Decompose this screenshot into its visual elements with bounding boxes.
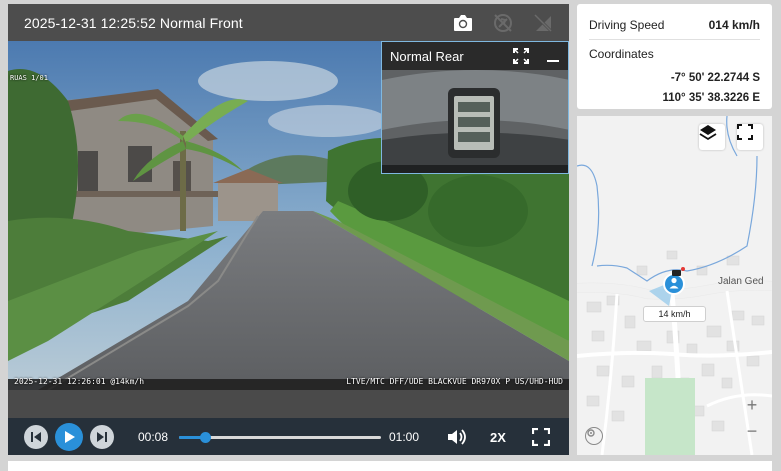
road-label: Jalan Ged <box>718 276 764 287</box>
osd-device-info: LTVE/MTC DFF/UDE BLACKVUE DR970X P US/UH… <box>346 377 563 386</box>
total-time: 01:00 <box>389 430 420 444</box>
layers-icon[interactable] <box>699 124 725 150</box>
osd-timestamp: 2025-12-31 12:26:01 @14km/h <box>14 377 145 386</box>
rear-camera-view <box>382 70 568 173</box>
map-view[interactable]: Jalan Ged 14 km/h + − <box>577 116 772 455</box>
video-player: 2025-12-31 12:25:52 Normal Front RUAS 1/… <box>8 4 569 455</box>
volume-icon[interactable] <box>444 425 468 449</box>
no-signal-icon <box>531 11 555 35</box>
current-time: 00:08 <box>138 430 169 444</box>
zoom-in-button[interactable]: + <box>740 392 764 418</box>
expand-icon[interactable] <box>512 47 530 65</box>
playback-controls: 00:08 01:00 2X <box>8 418 569 455</box>
camera-icon[interactable] <box>451 11 475 35</box>
osd-channel-label: RUAS 1/01 <box>10 74 48 82</box>
zoom-out-button[interactable]: − <box>740 418 764 444</box>
video-title: 2025-12-31 12:25:52 Normal Front <box>24 14 243 31</box>
zoom-control: + − <box>740 392 764 444</box>
bottom-panel <box>8 461 772 471</box>
rear-camera-title: Normal Rear <box>390 48 464 64</box>
rear-camera-pip[interactable]: Normal Rear <box>381 41 569 174</box>
driving-speed-label: Driving Speed <box>589 18 665 32</box>
playback-speed-button[interactable]: 2X <box>490 430 506 445</box>
next-button[interactable] <box>90 425 114 449</box>
locate-icon[interactable] <box>585 427 603 445</box>
longitude-value: 110° 35' 38.3226 E <box>662 92 760 104</box>
video-toolbar <box>451 11 555 35</box>
fullscreen-icon[interactable] <box>529 425 553 449</box>
play-button[interactable] <box>55 423 83 451</box>
minimize-icon[interactable] <box>544 47 562 65</box>
no-gps-icon <box>491 11 515 35</box>
divider <box>589 39 760 40</box>
video-title-bar: 2025-12-31 12:25:52 Normal Front <box>8 4 569 41</box>
driving-info-card: Driving Speed 014 km/h Coordinates -7° 5… <box>577 4 772 109</box>
driving-speed-row: Driving Speed 014 km/h <box>589 18 760 32</box>
rear-camera-header: Normal Rear <box>382 42 568 70</box>
coordinates-label: Coordinates <box>589 47 654 61</box>
driving-speed-value: 014 km/h <box>708 18 760 32</box>
latitude-value: -7° 50' 22.2744 S <box>670 72 760 84</box>
seek-bar-handle[interactable] <box>200 432 212 443</box>
map-fullscreen-icon[interactable] <box>737 124 763 150</box>
seek-bar[interactable] <box>179 432 381 443</box>
marker-speed-tag: 14 km/h <box>643 306 706 322</box>
previous-button[interactable] <box>24 425 48 449</box>
